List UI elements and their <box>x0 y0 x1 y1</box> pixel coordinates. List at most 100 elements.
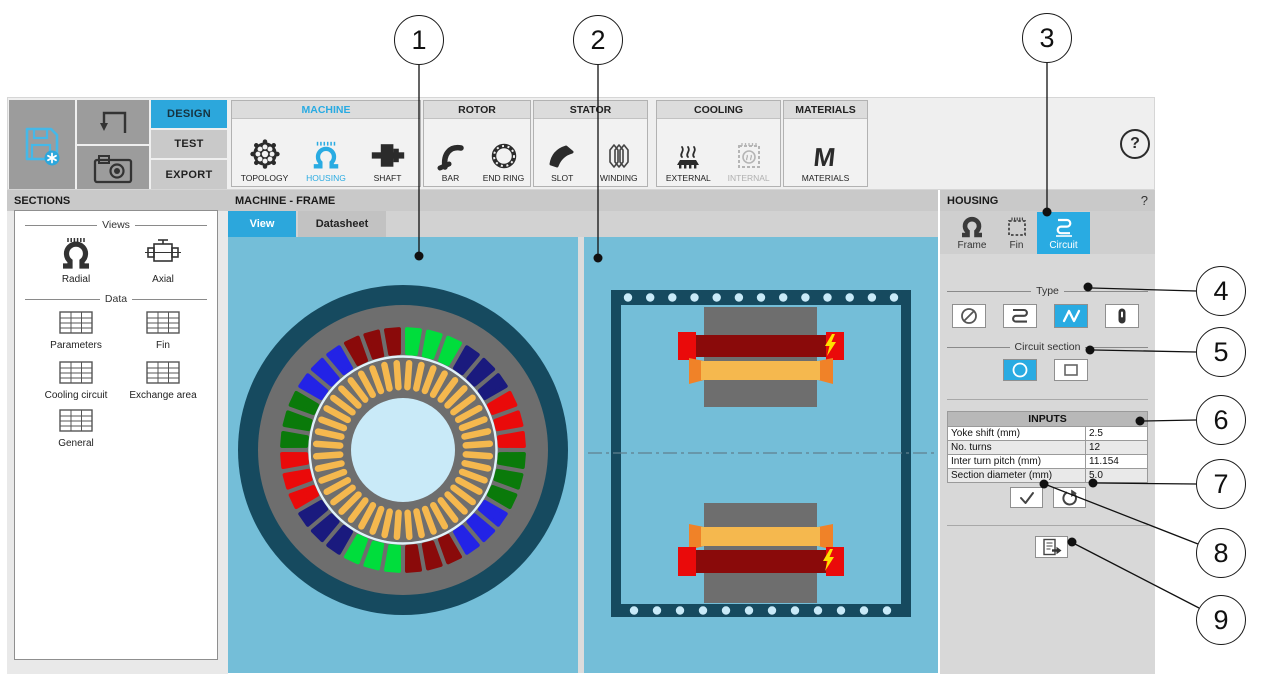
circuit-icon <box>1051 216 1077 238</box>
tab-datasheet[interactable]: Datasheet <box>298 211 386 237</box>
sections-item-general[interactable]: General <box>26 407 126 449</box>
tab-fin[interactable]: Fin <box>997 212 1036 254</box>
table-icon <box>145 359 181 387</box>
inputs-table-title: INPUTS <box>948 412 1148 427</box>
undo-button[interactable] <box>77 100 149 144</box>
toolbar-item-label: MATERIALS <box>802 173 850 183</box>
sections-item-parameters[interactable]: Parameters <box>26 309 126 351</box>
tab-export[interactable]: EXPORT <box>151 160 227 189</box>
tab-circuit[interactable]: Circuit <box>1037 212 1090 254</box>
screenshot-button[interactable] <box>77 146 149 189</box>
sections-card: Views Radial <box>14 210 218 660</box>
help-icon: ? <box>1130 135 1140 153</box>
toolbar-item-label: HOUSING <box>306 173 346 183</box>
toolbar-item-winding[interactable]: WINDING <box>591 141 648 183</box>
toolbar-item-label: TOPOLOGY <box>241 173 289 183</box>
type-axial-button[interactable] <box>1105 304 1139 328</box>
camera-icon <box>91 151 135 185</box>
square-section-icon <box>1060 361 1082 379</box>
callout-6: 6 <box>1196 395 1246 445</box>
toolbar-item-external-cooling[interactable]: EXTERNAL <box>659 141 717 183</box>
housing-icon <box>309 139 343 171</box>
type-none-button[interactable] <box>952 304 986 328</box>
circuit-section-separator: Circuit section <box>947 341 1148 353</box>
toolbar-item-housing[interactable]: HOUSING <box>297 139 355 183</box>
toolbar-item-materials[interactable]: M MATERIALS <box>797 143 855 183</box>
toolbar-item-slot[interactable]: SLOT <box>534 143 591 183</box>
toolbar-item-topology[interactable]: TOPOLOGY <box>236 139 294 183</box>
input-value[interactable]: 11.154 <box>1086 455 1148 469</box>
callout-7: 7 <box>1196 459 1246 509</box>
toolbar-item-label: INTERNAL <box>728 173 770 183</box>
circuit-section-label: Circuit section <box>1015 341 1081 353</box>
type-axial-icon <box>1109 306 1135 326</box>
sections-item-exchange-area[interactable]: Exchange area <box>113 359 213 401</box>
sections-item-fin[interactable]: Fin <box>113 309 213 351</box>
input-value[interactable]: 5.0 <box>1086 469 1148 483</box>
sections-item-label: Parameters <box>50 340 102 351</box>
sections-item-label: Exchange area <box>129 390 196 401</box>
slot-icon <box>547 143 577 171</box>
save-button[interactable] <box>9 100 75 189</box>
export-icon <box>1040 538 1064 556</box>
axial-view-canvas <box>584 237 938 673</box>
sections-item-radial[interactable]: Radial <box>26 235 126 285</box>
sections-item-label: Radial <box>62 274 90 285</box>
callout-3: 3 <box>1022 13 1072 63</box>
save-icon <box>20 122 64 168</box>
housing-help-button[interactable]: ? <box>1141 193 1148 208</box>
sections-item-cooling-circuit[interactable]: Cooling circuit <box>26 359 126 401</box>
toolbar-item-shaft[interactable]: SHAFT <box>359 139 417 183</box>
tab-label: Circuit <box>1049 240 1077 251</box>
input-value[interactable]: 2.5 <box>1086 427 1148 441</box>
toolbar-item-label: END RING <box>483 173 525 183</box>
table-icon <box>145 309 181 337</box>
reset-button[interactable] <box>1053 487 1086 508</box>
inputs-table-body: Yoke shift (mm)2.5No. turns12Inter turn … <box>948 427 1148 483</box>
circle-section-icon <box>1009 361 1031 379</box>
divider <box>947 399 1148 400</box>
main-view-title: MACHINE - FRAME <box>235 195 335 207</box>
section-square-button[interactable] <box>1054 359 1088 381</box>
toolbar-item-label: WINDING <box>600 173 638 183</box>
group-materials-label: MATERIALS <box>784 101 867 119</box>
type-wave-button[interactable] <box>1054 304 1088 328</box>
toolbar-item-end-ring[interactable]: END RING <box>477 141 530 183</box>
shaft-icon <box>370 139 406 171</box>
app-stage: DESIGN TEST EXPORT MACHINE <box>0 0 1263 689</box>
housing-panel-header: HOUSING ? <box>940 190 1155 211</box>
main-view-header: MACHINE - FRAME <box>228 190 938 211</box>
callout-5: 5 <box>1196 327 1246 377</box>
inputs-row: Inter turn pitch (mm)11.154 <box>948 455 1148 469</box>
group-machine: MACHINE <box>231 100 421 187</box>
tab-test[interactable]: TEST <box>151 130 227 158</box>
axial-view-panel[interactable] <box>584 237 938 673</box>
type-serpentine-button[interactable] <box>1003 304 1037 328</box>
winding-icon <box>604 141 634 171</box>
group-stator-label: STATOR <box>534 101 647 119</box>
toolbar-item-bar[interactable]: BAR <box>424 141 477 183</box>
radial-view-canvas <box>228 237 578 673</box>
tab-frame[interactable]: Frame <box>948 212 996 254</box>
axial-view-icon <box>144 235 182 271</box>
sections-item-label: Fin <box>156 340 170 351</box>
radial-view-panel[interactable] <box>228 237 578 673</box>
input-value[interactable]: 12 <box>1086 441 1148 455</box>
callout-2: 2 <box>573 15 623 65</box>
tab-view[interactable]: View <box>228 211 296 237</box>
sections-item-label: Axial <box>152 274 174 285</box>
toolbar-item-label: EXTERNAL <box>666 173 711 183</box>
housing-panel-title: HOUSING <box>947 195 998 207</box>
export-section-button[interactable] <box>1035 536 1068 558</box>
topology-icon <box>248 139 282 171</box>
data-group-separator: Data <box>25 293 207 305</box>
check-icon <box>1016 490 1038 506</box>
help-button[interactable]: ? <box>1120 129 1150 159</box>
apply-button[interactable] <box>1010 487 1043 508</box>
data-group-label: Data <box>105 293 127 305</box>
sections-item-axial[interactable]: Axial <box>113 235 213 285</box>
toolbar: DESIGN TEST EXPORT MACHINE <box>7 97 1155 190</box>
group-rotor: ROTOR BAR END RING <box>423 100 531 187</box>
tab-design[interactable]: DESIGN <box>151 100 227 128</box>
section-circle-button[interactable] <box>1003 359 1037 381</box>
